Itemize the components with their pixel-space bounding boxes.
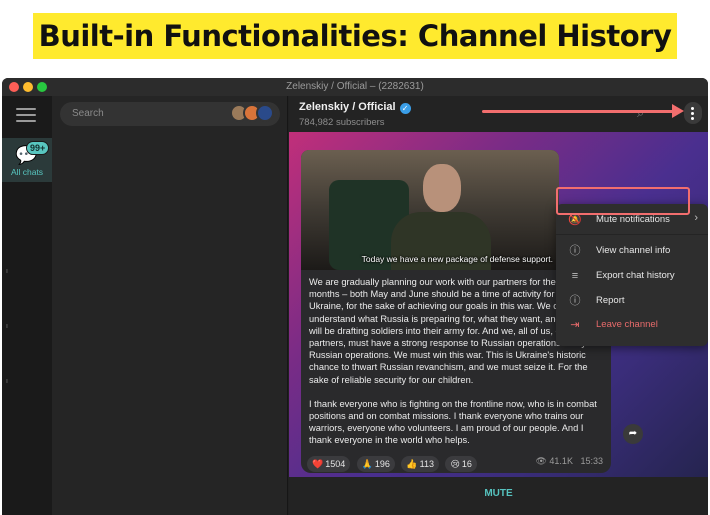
forward-arrow-icon[interactable]: ➦ bbox=[623, 424, 643, 444]
channel-header[interactable]: Zelenskiy / Official ✓ 784,982 subscriber… bbox=[289, 96, 708, 132]
post-paragraph: I thank everyone who is fighting on the … bbox=[309, 398, 597, 446]
post-meta: 👁 41.1K 15:33 bbox=[535, 456, 603, 467]
eye-icon: 👁 bbox=[535, 456, 547, 466]
search-placeholder: Search bbox=[72, 108, 104, 119]
info-icon: ⓘ bbox=[569, 245, 581, 257]
search-icon[interactable]: ⌕ bbox=[637, 105, 644, 121]
all-chats-folder[interactable]: 💬 99+ All chats bbox=[2, 138, 52, 182]
window-title: Zelenskiy / Official – (2282631) bbox=[286, 81, 424, 92]
rail-divider-mark: ı bbox=[6, 378, 8, 385]
bell-off-icon: 🔕 bbox=[568, 214, 582, 226]
channel-name-text: Zelenskiy / Official bbox=[299, 101, 396, 113]
export-icon: ≡ bbox=[571, 270, 579, 282]
view-count: 41.1K bbox=[549, 456, 573, 466]
report-icon: ⓘ bbox=[569, 295, 581, 307]
photo-caption: Today we have a new package of defense s… bbox=[361, 254, 553, 264]
hamburger-menu-icon[interactable] bbox=[16, 108, 36, 122]
leave-icon: ⇥ bbox=[570, 319, 580, 331]
app-window: Zelenskiy / Official – (2282631) 💬 99+ A… bbox=[2, 78, 708, 515]
mute-button[interactable]: MUTE bbox=[289, 488, 708, 499]
search-input[interactable]: Search bbox=[60, 102, 280, 126]
more-options-button[interactable] bbox=[684, 102, 702, 124]
verified-badge-icon: ✓ bbox=[399, 103, 411, 114]
subscriber-count: 784,982 subscribers bbox=[299, 117, 385, 128]
annotation-highlight-box bbox=[556, 187, 690, 215]
reaction-pray[interactable]: 🙏 196 bbox=[356, 456, 395, 472]
bottom-bar: MUTE bbox=[289, 477, 708, 515]
chat-list-panel: Search bbox=[52, 96, 288, 515]
channel-options-menu: 🔕 Mute notifications › ⓘ View channel in… bbox=[556, 204, 708, 346]
menu-divider bbox=[556, 234, 708, 235]
folder-rail: 💬 99+ All chats ı ı ı bbox=[2, 96, 52, 515]
menu-item-view-channel-info[interactable]: ⓘ View channel info bbox=[556, 240, 708, 262]
reaction-bar: ❤️ 1504 🙏 196 👍 113 😢 16 bbox=[307, 454, 479, 472]
reaction-heart[interactable]: ❤️ 1504 bbox=[307, 456, 351, 472]
menu-item-report[interactable]: ⓘ Report bbox=[556, 290, 708, 312]
title-bar: Zelenskiy / Official – (2282631) bbox=[2, 78, 708, 96]
post-time: 15:33 bbox=[580, 456, 603, 466]
story-avatars[interactable] bbox=[230, 104, 276, 124]
channel-name: Zelenskiy / Official ✓ bbox=[299, 101, 411, 114]
avatar bbox=[256, 104, 274, 122]
annotation-arrow-head bbox=[672, 104, 684, 118]
unread-count-badge: 99+ bbox=[26, 141, 50, 155]
rail-divider-mark: ı bbox=[6, 268, 8, 275]
chevron-right-icon: › bbox=[694, 212, 698, 224]
headline-title: Built-in Functionalities: Channel Histor… bbox=[32, 13, 678, 59]
annotation-arrow bbox=[482, 110, 674, 113]
rail-divider-mark: ı bbox=[6, 323, 8, 330]
all-chats-label: All chats bbox=[10, 167, 44, 177]
post-photo[interactable]: Today we have a new package of defense s… bbox=[301, 150, 559, 270]
reaction-crying[interactable]: 😢 16 bbox=[445, 456, 477, 472]
reaction-thumbs-up[interactable]: 👍 113 bbox=[401, 456, 439, 472]
headline-banner: Built-in Functionalities: Channel Histor… bbox=[0, 0, 710, 72]
menu-item-leave-channel[interactable]: ⇥ Leave channel bbox=[556, 314, 708, 336]
menu-item-export-chat-history[interactable]: ≡ Export chat history bbox=[556, 265, 708, 287]
